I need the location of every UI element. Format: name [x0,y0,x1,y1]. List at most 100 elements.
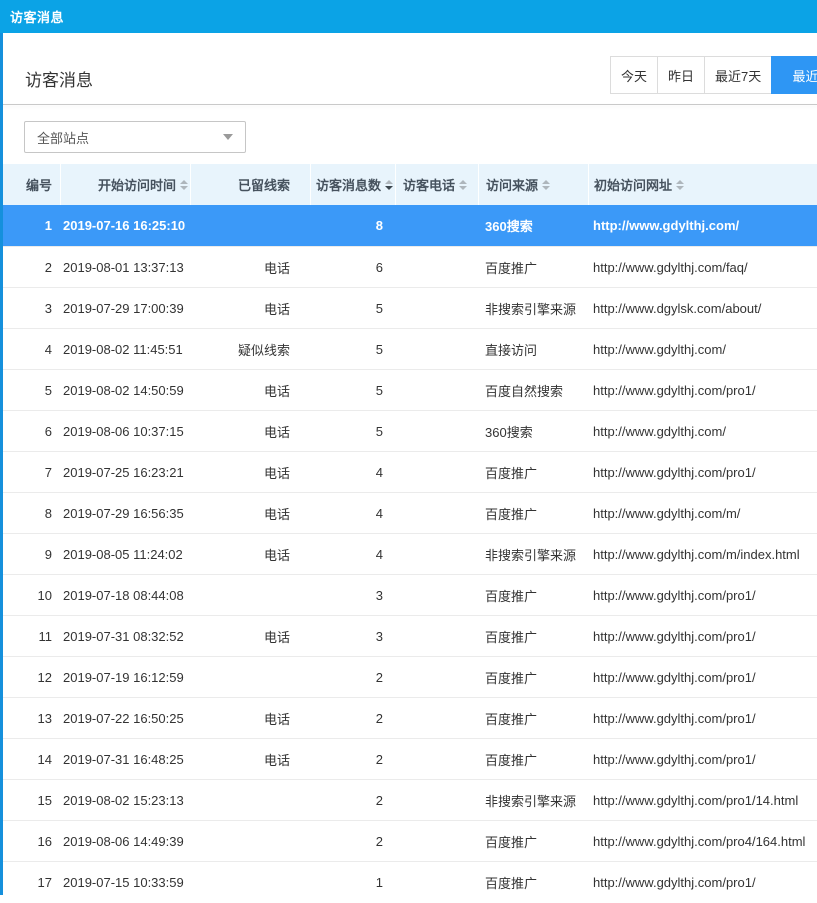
cell-start_time: 2019-07-22 16:50:25 [60,698,190,739]
date-range-button-group: 今天昨日最近7天最近30天 [610,56,817,94]
cell-msg_count: 2 [310,780,395,821]
cell-msg_count: 5 [310,370,395,411]
cell-clue [190,821,310,862]
table-row[interactable]: 22019-08-01 13:37:13电话6百度推广http://www.gd… [0,246,817,287]
range-button-2[interactable]: 最近7天 [704,56,772,94]
cell-phone [395,452,478,493]
cell-clue: 电话 [190,493,310,534]
range-button-1[interactable]: 昨日 [657,56,705,94]
cell-start_time: 2019-08-01 13:37:13 [60,247,190,288]
cell-msg_count: 1 [310,862,395,903]
cell-no: 2 [0,247,60,288]
header-divider [0,104,817,105]
cell-no: 15 [0,780,60,821]
cell-no: 14 [0,739,60,780]
cell-start_time: 2019-08-06 14:49:39 [60,821,190,862]
cell-clue: 电话 [190,739,310,780]
cell-clue: 电话 [190,411,310,452]
column-header-phone[interactable]: 访客电话 [395,164,478,205]
cell-clue [190,205,310,246]
table-row[interactable]: 132019-07-22 16:50:25电话2百度推广http://www.g… [0,697,817,738]
cell-url: http://www.gdylthj.com/pro1/ [588,657,817,698]
table-row[interactable]: 52019-08-02 14:50:59电话5百度自然搜索http://www.… [0,369,817,410]
cell-phone [395,370,478,411]
cell-clue [190,575,310,616]
cell-url: http://www.gdylthj.com/pro1/14.html [588,780,817,821]
cell-phone [395,739,478,780]
column-label: 初始访问网址 [594,175,672,194]
table-row[interactable]: 62019-08-06 10:37:15电话5360搜索http://www.g… [0,410,817,451]
cell-msg_count: 4 [310,534,395,575]
sort-icon[interactable] [459,180,467,190]
column-label: 已留线索 [238,175,290,194]
table-row[interactable]: 42019-08-02 11:45:51疑似线索5直接访问http://www.… [0,328,817,369]
window-left-accent-stripe [0,33,3,895]
column-header-source[interactable]: 访问来源 [478,164,588,205]
table-row[interactable]: 172019-07-15 10:33:591百度推广http://www.gdy… [0,861,817,902]
cell-no: 11 [0,616,60,657]
cell-no: 16 [0,821,60,862]
site-select-dropdown[interactable]: 全部站点 [24,121,246,153]
column-label: 访问来源 [486,175,538,194]
cell-start_time: 2019-07-31 08:32:52 [60,616,190,657]
table-row[interactable]: 112019-07-31 08:32:52电话3百度推广http://www.g… [0,615,817,656]
cell-phone [395,657,478,698]
column-header-url[interactable]: 初始访问网址 [588,164,817,205]
range-button-0[interactable]: 今天 [610,56,658,94]
cell-start_time: 2019-07-25 16:23:21 [60,452,190,493]
cell-url: http://www.gdylthj.com/pro1/ [588,370,817,411]
table-body: 12019-07-16 16:25:108360搜索http://www.gdy… [0,205,817,902]
cell-msg_count: 5 [310,329,395,370]
cell-phone [395,205,478,246]
sort-icon[interactable] [180,180,188,190]
table-row[interactable]: 102019-07-18 08:44:083百度推广http://www.gdy… [0,574,817,615]
table-row[interactable]: 122019-07-19 16:12:592百度推广http://www.gdy… [0,656,817,697]
table-row[interactable]: 162019-08-06 14:49:392百度推广http://www.gdy… [0,820,817,861]
cell-msg_count: 2 [310,739,395,780]
cell-url: http://www.gdylthj.com/m/ [588,493,817,534]
cell-msg_count: 5 [310,288,395,329]
cell-start_time: 2019-07-16 16:25:10 [60,205,190,246]
table-row[interactable]: 12019-07-16 16:25:108360搜索http://www.gdy… [0,205,817,246]
cell-url: http://www.gdylthj.com/ [588,411,817,452]
cell-start_time: 2019-07-29 17:00:39 [60,288,190,329]
cell-phone [395,534,478,575]
cell-phone [395,698,478,739]
cell-start_time: 2019-08-02 14:50:59 [60,370,190,411]
table-row[interactable]: 152019-08-02 15:23:132非搜索引擎来源http://www.… [0,779,817,820]
cell-start_time: 2019-08-06 10:37:15 [60,411,190,452]
page-title: 访客消息 [25,66,93,91]
cell-msg_count: 6 [310,247,395,288]
cell-source: 非搜索引擎来源 [478,534,588,575]
cell-start_time: 2019-07-18 08:44:08 [60,575,190,616]
sort-icon[interactable] [385,180,393,190]
cell-msg_count: 3 [310,616,395,657]
window-title: 访客消息 [10,7,64,26]
cell-msg_count: 5 [310,411,395,452]
cell-source: 360搜索 [478,205,588,246]
cell-start_time: 2019-07-19 16:12:59 [60,657,190,698]
range-button-3[interactable]: 最近30天 [771,56,817,94]
top-title-bar: 访客消息 [0,0,817,33]
table-row[interactable]: 32019-07-29 17:00:39电话5非搜索引擎来源http://www… [0,287,817,328]
cell-phone [395,780,478,821]
table-row[interactable]: 92019-08-05 11:24:02电话4非搜索引擎来源http://www… [0,533,817,574]
cell-source: 百度推广 [478,575,588,616]
table-row[interactable]: 142019-07-31 16:48:25电话2百度推广http://www.g… [0,738,817,779]
column-label: 访客消息数 [316,175,381,194]
sort-icon[interactable] [542,180,550,190]
table-row[interactable]: 72019-07-25 16:23:21电话4百度推广http://www.gd… [0,451,817,492]
cell-source: 百度推广 [478,452,588,493]
column-header-start_time[interactable]: 开始访问时间 [60,164,190,205]
sort-icon[interactable] [676,180,684,190]
cell-msg_count: 4 [310,452,395,493]
cell-clue: 疑似线索 [190,329,310,370]
cell-source: 百度推广 [478,739,588,780]
cell-clue [190,780,310,821]
cell-msg_count: 3 [310,575,395,616]
column-header-msg_count[interactable]: 访客消息数 [310,164,395,205]
cell-no: 7 [0,452,60,493]
cell-url: http://www.gdylthj.com/pro1/ [588,698,817,739]
table-row[interactable]: 82019-07-29 16:56:35电话4百度推广http://www.gd… [0,492,817,533]
cell-start_time: 2019-07-15 10:33:59 [60,862,190,903]
